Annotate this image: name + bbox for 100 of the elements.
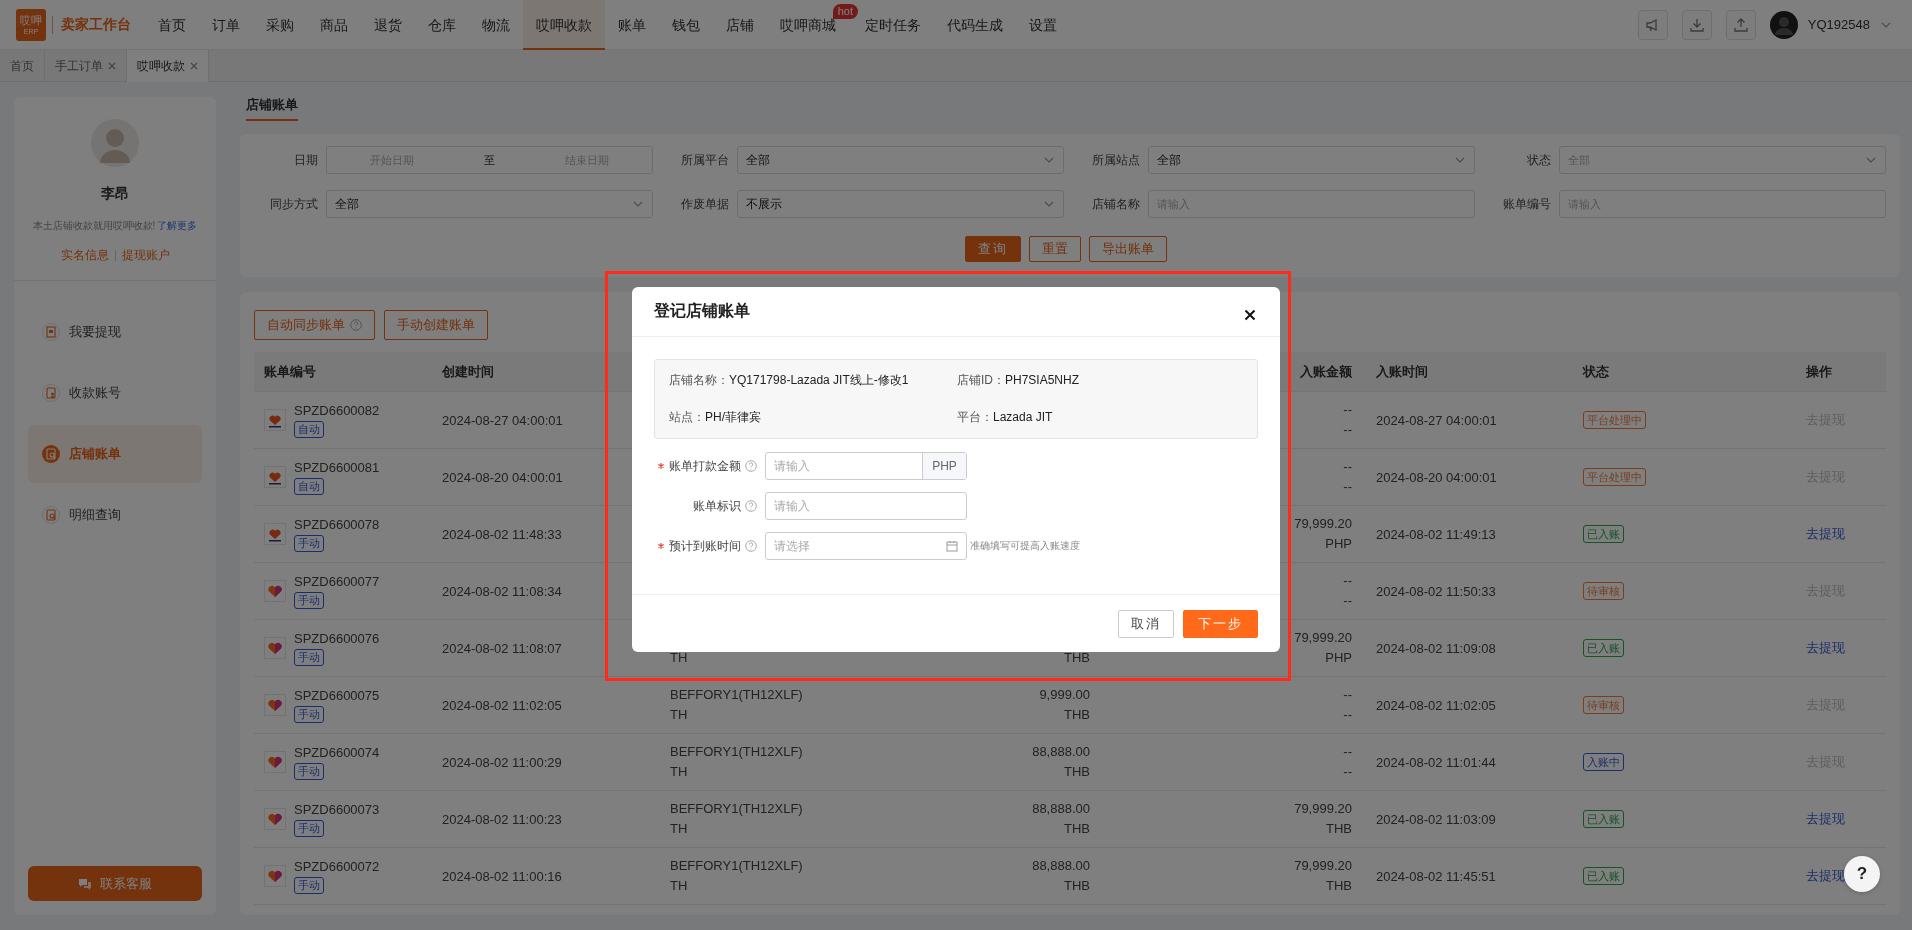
action-button[interactable]: 导出账单 [1089,236,1167,262]
nav-item[interactable]: 账单 [605,0,659,50]
select-field[interactable]: 全部 [737,146,1064,174]
input-field[interactable]: 请输入 [765,492,967,520]
table-cell: 2024-08-02 11:00:23 [434,791,662,848]
megaphone-button[interactable] [1637,9,1668,40]
select-field[interactable]: 不展示 [737,190,1064,218]
search-button[interactable]: 查询 [965,236,1021,262]
table-cell: -- [1343,459,1352,475]
heart-logo-icon [264,865,286,887]
calendar-icon [946,540,958,552]
column-header: 操作 [1798,352,1886,392]
table-cell: 2024-08-02 11:00:29 [434,734,662,791]
heart-logo-icon [264,808,286,830]
nav-item[interactable]: 设置 [1016,0,1070,50]
table-cell: SPZD6600077 [294,573,380,589]
user-name[interactable]: YQ192548 [1807,17,1870,32]
sidebar-item[interactable]: 明细查询 [28,486,202,544]
status-tag: 平台处理中 [1583,468,1646,486]
status-tag: 已入账 [1583,810,1624,828]
section-tab[interactable]: 店铺账单 [246,96,298,121]
select-field[interactable]: 全部 [326,190,653,218]
table-cell: -- [1343,707,1352,723]
field-label: 所属平台 [680,151,730,169]
toolbar-button[interactable]: 手动创建账单 [384,310,488,340]
select-field[interactable]: 全部 [1148,146,1475,174]
withdraw-link[interactable]: 去提现 [1806,810,1845,828]
date-field[interactable]: 请选择 [765,532,967,560]
cancel-button[interactable]: 取消 [1118,609,1174,638]
withdraw-link[interactable]: 去提现 [1806,867,1845,885]
page-tab[interactable]: 哎呷收款 [127,50,209,82]
nav-item[interactable]: 商品 [307,0,361,50]
nav-item[interactable]: 订单 [199,0,253,50]
table-cell: 2024-08-20 04:00:01 [1360,449,1575,506]
download-button[interactable] [1681,9,1712,40]
column-header: 状态 [1575,352,1798,392]
sidebar-item[interactable]: 收款账号 [28,364,202,422]
close-icon [1244,308,1256,321]
toolbar-button[interactable]: 自动同步账单 [254,310,375,340]
nav-item[interactable]: 物流 [469,0,523,50]
status-tag: 待审核 [1583,696,1624,714]
table-cell: -- [1343,764,1352,780]
table-cell: PHP [1325,650,1352,666]
sidebar-item[interactable]: 店铺账单 [28,425,202,483]
table-cell: SPZD6600075 [294,687,380,703]
table-cell: THB [1064,878,1090,894]
nav-item[interactable]: 仓库 [415,0,469,50]
field-label: 账单编号 [1502,195,1552,213]
nav-item[interactable]: 采购 [253,0,307,50]
table-cell: -- [1343,593,1352,609]
table-cell-text: TH [670,764,689,780]
account-icon [42,384,60,402]
learn-more-link[interactable]: 了解更多 [157,219,198,233]
profile-link[interactable]: 提现账户 [121,247,170,264]
table-cell-text: TH [670,821,689,837]
heart-logo-icon [264,466,286,488]
action-button[interactable]: 重置 [1029,236,1081,262]
field-label: 账单打款金额 [669,457,741,475]
table-cell: SPZD6600074 [294,744,380,760]
heart-logo-icon [264,580,286,602]
avatar-icon [1769,10,1798,39]
table-cell: 88,888.00 [1032,801,1090,817]
next-button[interactable]: 下一步 [1183,609,1258,638]
heart-logo-icon [264,637,286,659]
table-cell: 2024-08-02 11:02:05 [434,677,662,734]
dialog-title: 登记店铺账单 [654,301,750,321]
nav-item[interactable]: 哎呷收款 [523,0,605,50]
info-text: 站点：PH/菲律宾 [669,409,762,426]
heart-logo-icon [264,694,286,716]
withdraw-link[interactable]: 去提现 [1806,525,1845,543]
nav-item[interactable]: 钱包 [659,0,713,50]
contact-service-button[interactable]: 联系客服 [28,866,202,901]
sync-tag: 手动 [294,534,324,552]
nav-item[interactable]: 代码生成 [934,0,1016,50]
upload-button[interactable] [1725,9,1756,40]
table-cell: THB [1326,878,1352,894]
field-label: 所属站点 [1091,151,1141,169]
profile-link[interactable]: 实名信息 [60,247,109,264]
heart-logo-icon [264,751,286,773]
help-icon [745,540,757,552]
table-cell: -- [1343,402,1352,418]
amount-field[interactable]: 请输入 PHP [765,452,967,480]
page-tab[interactable]: 首页 [0,50,45,82]
table-cell: 88,888.00 [1032,858,1090,874]
column-header: 账单编号 [254,352,434,392]
table-cell: 2024-08-02 11:49:13 [1360,506,1575,563]
table-cell: 79,999.20 [1294,630,1352,646]
withdraw-link[interactable]: 去提现 [1806,639,1845,657]
nav-item[interactable]: 店铺 [713,0,767,50]
nav-item[interactable]: 退货 [361,0,415,50]
table-cell: BEFFORY1(TH12XLF) [670,858,803,874]
table-cell-text: TH [670,878,689,894]
nav-item[interactable]: 首页 [145,0,199,50]
table-cell: THB [1064,707,1090,723]
sidebar-item[interactable]: 我要提现 [28,303,202,361]
field-label: 店铺名称 [1091,195,1141,213]
field-label: 预计到账时间 [669,537,741,555]
info-text: 平台：Lazada JIT [957,409,1054,426]
table-cell: SPZD6600076 [294,630,380,646]
table-cell: THB [1064,764,1090,780]
